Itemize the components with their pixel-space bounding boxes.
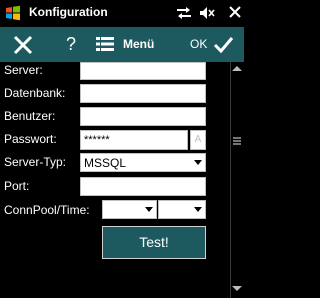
scroll-down-arrow-icon[interactable] (232, 286, 242, 291)
connpool-label: ConnPool/Time: (4, 203, 90, 217)
ok-label[interactable]: OK (190, 37, 207, 51)
help-button[interactable]: ? (63, 33, 79, 55)
windows-logo-icon[interactable] (5, 5, 21, 21)
scroll-up-arrow-icon[interactable] (232, 66, 242, 71)
connpool-select[interactable] (102, 200, 157, 219)
scroll-thumb-grip-icon[interactable] (232, 136, 242, 146)
time-select[interactable] (158, 200, 206, 219)
checkmark-icon[interactable] (212, 34, 234, 56)
password-reveal-button[interactable]: A (190, 130, 206, 150)
benutzer-label: Benutzer: (4, 109, 56, 123)
volume-icon[interactable] (199, 5, 215, 21)
benutzer-input[interactable] (80, 107, 206, 126)
scrollbar[interactable] (230, 62, 244, 298)
server-input[interactable] (80, 62, 206, 80)
passwort-input[interactable]: ****** (80, 130, 188, 150)
port-label: Port: (4, 179, 30, 193)
datenbank-label: Datenbank: (4, 86, 66, 100)
servertyp-select[interactable]: MSSQL (80, 153, 206, 172)
menu-button[interactable]: Menü (123, 37, 154, 51)
server-label: Server: (4, 63, 43, 77)
chevron-down-icon (194, 160, 202, 165)
datenbank-input[interactable] (80, 84, 206, 103)
servertyp-value: MSSQL (84, 156, 127, 170)
menu-grid-icon[interactable] (96, 36, 114, 52)
toolbar (0, 27, 244, 62)
chevron-down-icon (145, 207, 153, 212)
passwort-label: Passwort: (4, 132, 57, 146)
servertyp-label: Server-Typ: (4, 155, 67, 169)
window-title: Konfiguration (29, 5, 108, 19)
test-button[interactable]: Test! (102, 226, 206, 259)
cancel-x-icon[interactable] (12, 34, 34, 56)
sync-icon[interactable] (176, 5, 192, 21)
port-input[interactable] (80, 177, 206, 196)
chevron-down-icon (194, 207, 202, 212)
close-icon[interactable] (227, 4, 243, 20)
